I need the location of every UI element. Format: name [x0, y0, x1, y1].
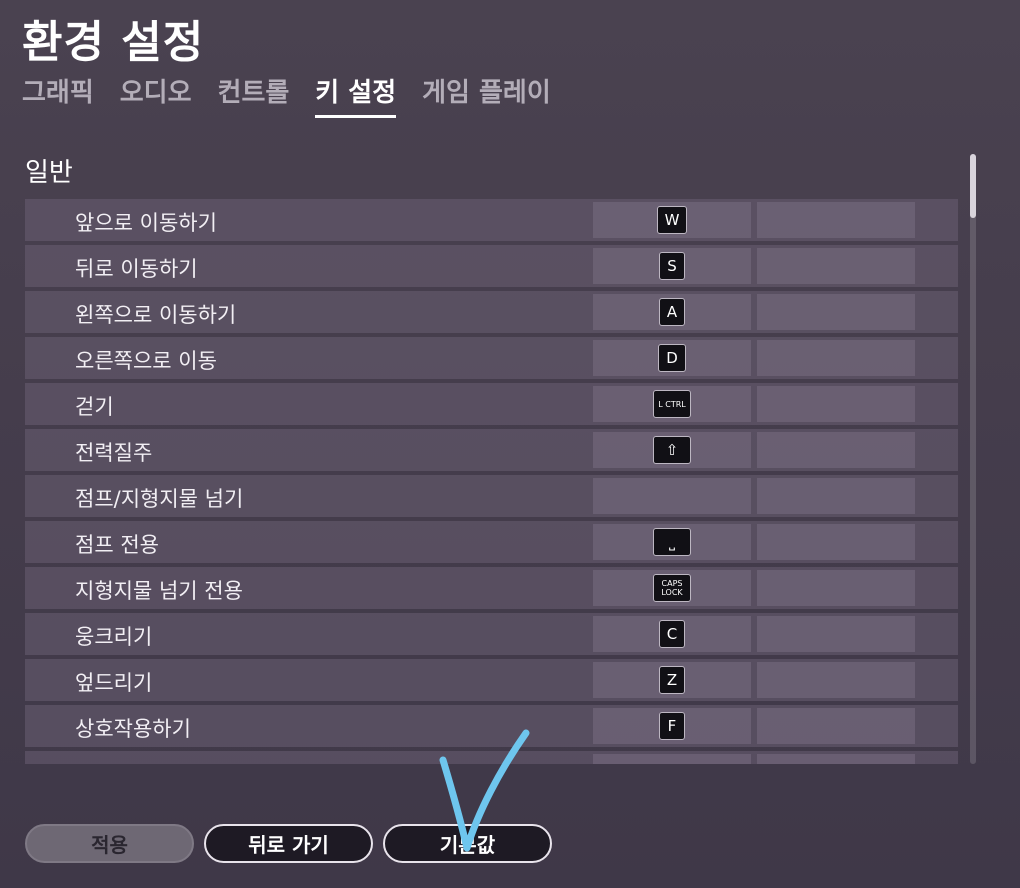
primary-key-slot[interactable]: [593, 478, 751, 514]
keycap: S: [659, 252, 685, 280]
primary-key-slot[interactable]: Z: [593, 662, 751, 698]
back-button[interactable]: 뒤로 가기: [204, 824, 373, 863]
tab-gameplay[interactable]: 게임 플레이: [422, 72, 551, 118]
key-binding-list: 앞으로 이동하기 W 뒤로 이동하기 S 왼쪽으로 이동하기 A 오른쪽으로 이…: [25, 199, 958, 764]
section-title-general: 일반: [25, 158, 73, 188]
primary-key-slot[interactable]: [593, 754, 751, 764]
keycap: Z: [658, 666, 686, 694]
binding-action-label: 앞으로 이동하기: [75, 211, 217, 235]
primary-key-slot[interactable]: L CTRL: [593, 386, 751, 422]
secondary-key-slot[interactable]: [757, 754, 915, 764]
binding-row-move-forward[interactable]: 앞으로 이동하기 W: [25, 199, 958, 241]
binding-action-label: 점프 전용: [75, 533, 159, 557]
secondary-key-slot[interactable]: [757, 248, 915, 284]
space-key-icon: ⎵: [653, 528, 691, 556]
primary-key-slot[interactable]: W: [593, 202, 751, 238]
page-title: 환경 설정: [22, 17, 205, 68]
primary-key-slot[interactable]: S: [593, 248, 751, 284]
binding-row-move-right[interactable]: 오른쪽으로 이동 D: [25, 337, 958, 379]
keycap: A: [658, 298, 686, 326]
binding-action-label: 왼쪽으로 이동하기: [75, 303, 237, 327]
binding-action-label: 전력질주: [75, 441, 153, 465]
binding-row-move-left[interactable]: 왼쪽으로 이동하기 A: [25, 291, 958, 333]
primary-key-slot[interactable]: F: [593, 708, 751, 744]
primary-key-slot[interactable]: D: [593, 340, 751, 376]
binding-action-label: 엎드리기: [75, 671, 153, 695]
secondary-key-slot[interactable]: [757, 662, 915, 698]
scrollbar-track[interactable]: [970, 154, 976, 764]
apply-button[interactable]: 적용: [25, 824, 194, 863]
binding-action-label: 뒤로 이동하기: [75, 257, 198, 281]
primary-key-slot[interactable]: CAPS LOCK: [593, 570, 751, 606]
scrollbar-thumb[interactable]: [970, 154, 976, 218]
secondary-key-slot[interactable]: [757, 202, 915, 238]
secondary-key-slot[interactable]: [757, 708, 915, 744]
binding-row-walk[interactable]: 걷기 L CTRL: [25, 383, 958, 425]
secondary-key-slot[interactable]: [757, 294, 915, 330]
keycap: F: [659, 712, 685, 740]
binding-action-label: 오른쪽으로 이동: [75, 349, 217, 373]
restore-defaults-button[interactable]: 기본값: [383, 824, 552, 863]
secondary-key-slot[interactable]: [757, 340, 915, 376]
tab-audio[interactable]: 오디오: [120, 72, 192, 118]
secondary-key-slot[interactable]: [757, 524, 915, 560]
primary-key-slot[interactable]: ⇧: [593, 432, 751, 468]
binding-action-label: 걷기: [75, 395, 114, 419]
settings-tabs: 그래픽 오디오 컨트롤 키 설정 게임 플레이: [22, 72, 551, 118]
binding-action-label: 지형지물 넘기 전용: [75, 579, 243, 603]
tab-key-bindings[interactable]: 키 설정: [315, 72, 397, 118]
binding-row-vault-only[interactable]: 지형지물 넘기 전용 CAPS LOCK: [25, 567, 958, 609]
tab-controls[interactable]: 컨트롤: [218, 72, 290, 118]
secondary-key-slot[interactable]: [757, 432, 915, 468]
binding-row-jump-only[interactable]: 점프 전용 ⎵: [25, 521, 958, 563]
secondary-key-slot[interactable]: [757, 478, 915, 514]
secondary-key-slot[interactable]: [757, 386, 915, 422]
binding-row-prone[interactable]: 엎드리기 Z: [25, 659, 958, 701]
secondary-key-slot[interactable]: [757, 570, 915, 606]
binding-row-interact[interactable]: 상호작용하기 F: [25, 705, 958, 747]
primary-key-slot[interactable]: A: [593, 294, 751, 330]
binding-row-sprint[interactable]: 전력질주 ⇧: [25, 429, 958, 471]
binding-row-move-backward[interactable]: 뒤로 이동하기 S: [25, 245, 958, 287]
keycap: D: [658, 344, 686, 372]
tab-graphics[interactable]: 그래픽: [22, 72, 94, 118]
keycap: C: [658, 620, 686, 648]
keycap: W: [656, 206, 688, 234]
binding-action-label: 점프/지형지물 넘기: [75, 487, 244, 511]
primary-key-slot[interactable]: ⎵: [593, 524, 751, 560]
binding-row-partial[interactable]: [25, 751, 958, 764]
binding-row-crouch[interactable]: 웅크리기 C: [25, 613, 958, 655]
binding-action-label: 웅크리기: [75, 625, 153, 649]
binding-action-label: 상호작용하기: [75, 717, 191, 741]
keycap: L CTRL: [653, 390, 691, 418]
binding-row-jump-vault[interactable]: 점프/지형지물 넘기: [25, 475, 958, 517]
keycap: CAPS LOCK: [653, 574, 691, 602]
shift-key-icon: ⇧: [653, 436, 691, 464]
secondary-key-slot[interactable]: [757, 616, 915, 652]
primary-key-slot[interactable]: C: [593, 616, 751, 652]
